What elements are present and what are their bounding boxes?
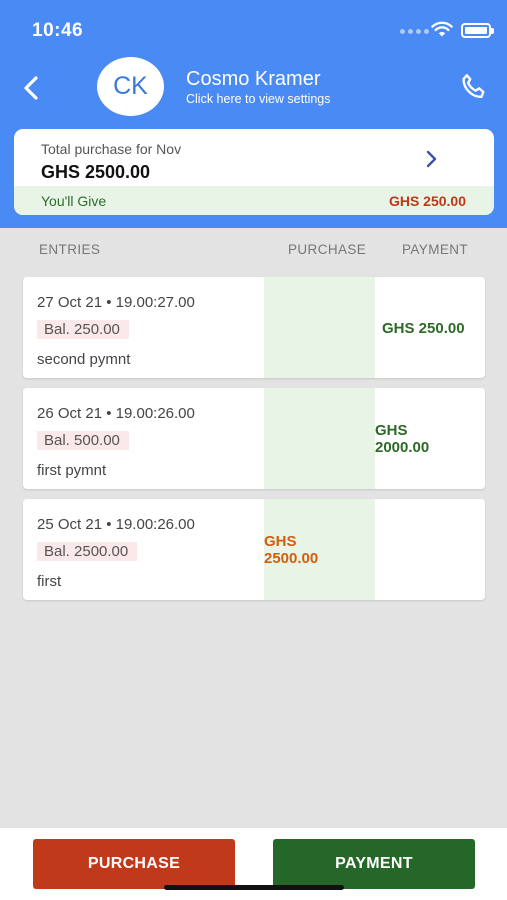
column-header-payment: PAYMENT (402, 242, 469, 257)
back-icon[interactable] (14, 70, 50, 106)
entry-purchase-amount: GHS 2500.00 (264, 533, 318, 567)
entry-purchase-value: 2500.00 (264, 550, 319, 567)
entry-row[interactable]: 25 Oct 21 • 19.00:26.00 Bal. 2500.00 fir… (23, 499, 485, 600)
entry-balance: Bal. 500.00 (37, 431, 129, 450)
entry-payment-amount: GHS 250.00 (382, 320, 465, 337)
status-bar: 10:46 (0, 0, 507, 58)
signal-icon (400, 29, 429, 34)
entry-note: first (37, 573, 62, 590)
entry-purchase-currency: GHS (264, 533, 297, 550)
battery-icon (461, 23, 494, 38)
wifi-icon (431, 21, 453, 37)
entry-payment-amount: GHS 2000.00 (375, 422, 429, 456)
entry-payment-value: 2000.00 (375, 439, 430, 456)
chevron-right-icon[interactable] (425, 149, 439, 169)
contact-settings-link[interactable]: Click here to view settings (186, 92, 331, 106)
home-indicator (164, 885, 344, 890)
avatar[interactable]: CK (97, 57, 164, 116)
entry-note: first pymnt (37, 462, 107, 479)
entry-date: 26 Oct 21 • 19.00:26.00 (37, 405, 195, 422)
summary-label: Total purchase for Nov (41, 141, 182, 157)
give-row: You'll Give GHS 250.00 (14, 186, 494, 215)
purchase-cell (264, 388, 375, 489)
status-time: 10:46 (32, 20, 84, 41)
summary-amount: GHS 2500.00 (41, 162, 151, 182)
entry-date: 25 Oct 21 • 19.00:26.00 (37, 516, 195, 533)
entry-row[interactable]: 27 Oct 21 • 19.00:27.00 Bal. 250.00 seco… (23, 277, 485, 378)
entry-row[interactable]: 26 Oct 21 • 19.00:26.00 Bal. 500.00 firs… (23, 388, 485, 489)
header-bar: 10:46 CK Cosmo Kramer Click here to view… (0, 0, 507, 228)
give-label: You'll Give (41, 193, 107, 209)
entry-date: 27 Oct 21 • 19.00:27.00 (37, 294, 195, 311)
payment-button[interactable]: PAYMENT (273, 839, 475, 889)
summary-card[interactable]: Total purchase for Nov GHS 2500.00 You'l… (14, 129, 494, 215)
column-header-entries: ENTRIES (39, 242, 101, 257)
entry-balance: Bal. 2500.00 (37, 542, 138, 561)
bottom-action-bar: PURCHASE PAYMENT (0, 828, 507, 900)
purchase-cell (264, 277, 375, 378)
entry-note: second pymnt (37, 351, 131, 368)
phone-icon[interactable] (458, 72, 490, 104)
give-amount: GHS 250.00 (388, 193, 466, 209)
entry-balance: Bal. 250.00 (37, 320, 129, 339)
contact-name[interactable]: Cosmo Kramer (186, 68, 320, 91)
column-header-purchase: PURCHASE (288, 242, 367, 257)
purchase-button[interactable]: PURCHASE (33, 839, 235, 889)
entry-payment-currency: GHS (375, 422, 408, 439)
